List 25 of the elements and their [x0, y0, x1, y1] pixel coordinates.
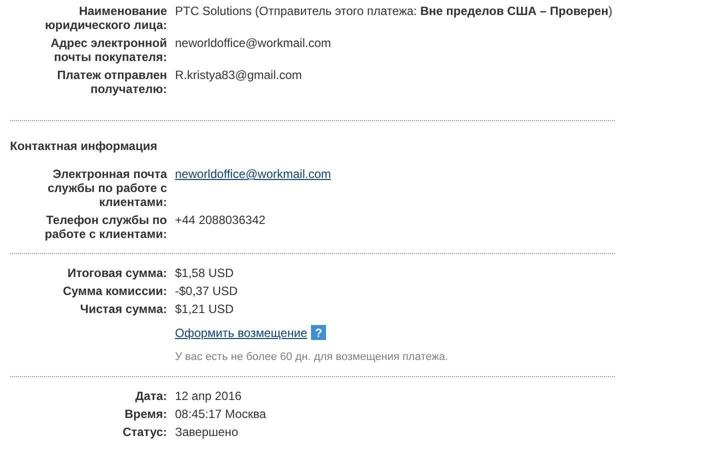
field-value: 12 апр 2016	[175, 389, 242, 403]
field-label: Платеж отправлен получателю:	[57, 68, 167, 96]
field-value: +44 2088036342	[175, 213, 266, 227]
field-value: PTC Solutions (Отправитель этого платежа: Вне пределов США – Проверен)	[175, 4, 612, 18]
field-label: Итоговая сумма:	[67, 266, 167, 280]
field-value: neworldoffice@workmail.com	[175, 36, 332, 50]
field-label: Статус:	[122, 425, 167, 439]
field-label: Дата:	[135, 389, 167, 403]
refund-note: У вас есть не более 60 дн. для возмещения платежа.	[175, 350, 448, 364]
field-label: Чистая сумма:	[80, 302, 167, 316]
field-value: R.kristya83@gmail.com	[175, 68, 302, 82]
field-value: -$0,37 USD	[175, 284, 238, 298]
field-value: Завершено	[175, 425, 238, 439]
refund-link[interactable]: Оформить возмещение	[175, 326, 308, 340]
section-heading: Контактная информация	[10, 138, 158, 155]
field-label: Сумма комиссии:	[62, 284, 167, 298]
field-value: 08:45:17 Москва	[175, 407, 266, 421]
field-label: Адрес электронной почты покупателя:	[50, 36, 167, 64]
field-label: Телефон службы по работе с клиентами:	[44, 213, 167, 241]
field-value: $1,58 USD	[175, 266, 234, 280]
email-link[interactable]: neworldoffice@workmail.com	[175, 167, 332, 181]
field-value: $1,21 USD	[175, 302, 234, 316]
field-label: Наименование юридического лица:	[45, 4, 167, 32]
field-label: Электронная почта службы по работе с клиентами:	[48, 167, 167, 209]
field-label: Время:	[124, 407, 167, 421]
